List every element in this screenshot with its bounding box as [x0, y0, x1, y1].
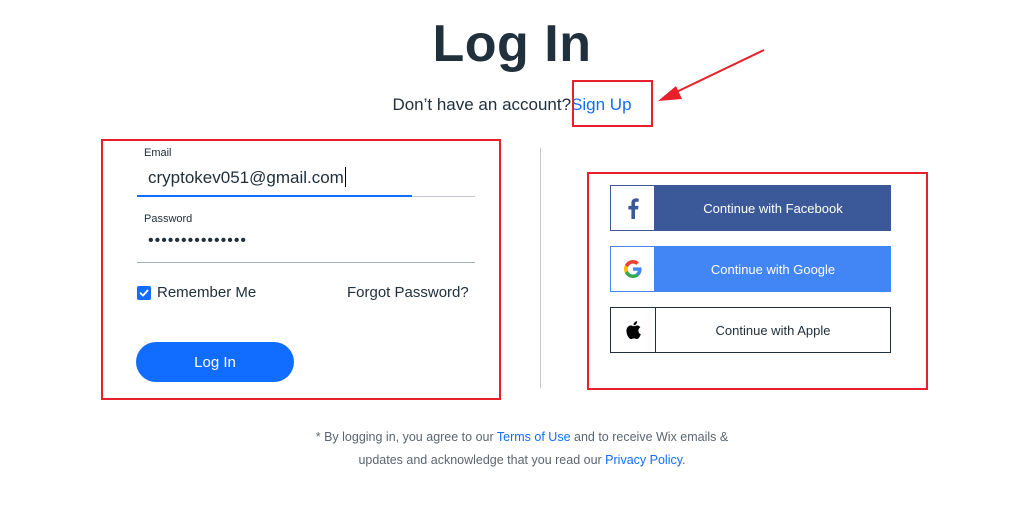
google-icon [610, 246, 655, 292]
google-label: Continue with Google [710, 261, 836, 277]
legal-notice: * By logging in, you agree to our Terms … [312, 426, 732, 471]
continue-with-apple-button[interactable]: Continue with Apple [610, 307, 891, 353]
email-focus-underline [137, 195, 412, 197]
continue-with-google-button[interactable]: Continue with Google [610, 246, 891, 292]
password-underline [137, 262, 475, 263]
page-title: Log In [432, 15, 592, 73]
legal-text-1: * By logging in, you agree to our [315, 430, 497, 444]
continue-with-facebook-button[interactable]: Continue with Facebook [610, 185, 891, 231]
apple-icon [611, 308, 656, 352]
privacy-policy-link[interactable]: Privacy Policy [605, 453, 682, 467]
remember-me-checkbox[interactable]: Remember Me [137, 284, 256, 301]
no-account-text: Don’t have an account? [392, 95, 572, 114]
apple-label: Continue with Apple [715, 322, 831, 338]
vertical-divider [540, 148, 541, 388]
checkbox-checked-icon[interactable] [137, 285, 151, 300]
facebook-icon [610, 185, 655, 231]
email-input[interactable]: cryptokev051@gmail.com [148, 167, 346, 188]
legal-text-3: . [682, 452, 686, 467]
text-caret [344, 167, 346, 187]
signup-prompt: Don’t have an account?Sign Up [0, 95, 1024, 115]
signup-annotation-box [572, 80, 653, 127]
password-label: Password [144, 213, 193, 225]
login-page: Log In Don’t have an account?Sign Up Ema… [0, 0, 1024, 526]
remember-me-label: Remember Me [157, 284, 257, 301]
terms-of-use-link[interactable]: Terms of Use [497, 430, 571, 444]
forgot-password-link[interactable]: Forgot Password? [347, 284, 469, 301]
email-value: cryptokev051@gmail.com [148, 168, 344, 187]
facebook-label: Continue with Facebook [703, 200, 843, 216]
password-input[interactable]: ••••••••••••••• [148, 232, 247, 250]
login-button[interactable]: Log In [136, 342, 294, 382]
email-label: Email [144, 147, 172, 159]
